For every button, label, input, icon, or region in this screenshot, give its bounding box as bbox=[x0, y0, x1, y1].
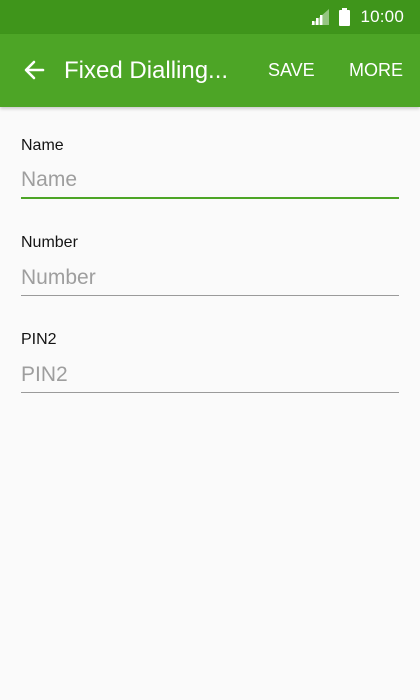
fdn-contact-form: Name Number PIN2 bbox=[21, 107, 399, 398]
name-label: Name bbox=[21, 137, 64, 154]
battery-icon bbox=[339, 8, 351, 26]
number-input[interactable] bbox=[21, 260, 399, 296]
page-title: Fixed Dialling... bbox=[64, 57, 229, 84]
pin2-field-group: PIN2 bbox=[21, 301, 399, 398]
status-bar: 10:00 bbox=[0, 0, 420, 34]
back-button[interactable] bbox=[12, 48, 56, 92]
pin2-label: PIN2 bbox=[21, 331, 57, 348]
signal-icon bbox=[311, 9, 330, 25]
status-icons: 10:00 bbox=[311, 0, 404, 34]
pin2-input[interactable] bbox=[21, 357, 399, 393]
status-time: 10:00 bbox=[360, 7, 404, 26]
number-field-group: Number bbox=[21, 204, 399, 301]
more-button[interactable]: MORE bbox=[343, 34, 409, 107]
back-arrow-icon bbox=[23, 60, 45, 80]
number-label: Number bbox=[21, 234, 78, 251]
app-bar: Fixed Dialling... SAVE MORE bbox=[0, 34, 420, 107]
name-input[interactable] bbox=[21, 163, 399, 199]
name-field-group: Name bbox=[21, 107, 399, 204]
save-button[interactable]: SAVE bbox=[262, 34, 321, 107]
